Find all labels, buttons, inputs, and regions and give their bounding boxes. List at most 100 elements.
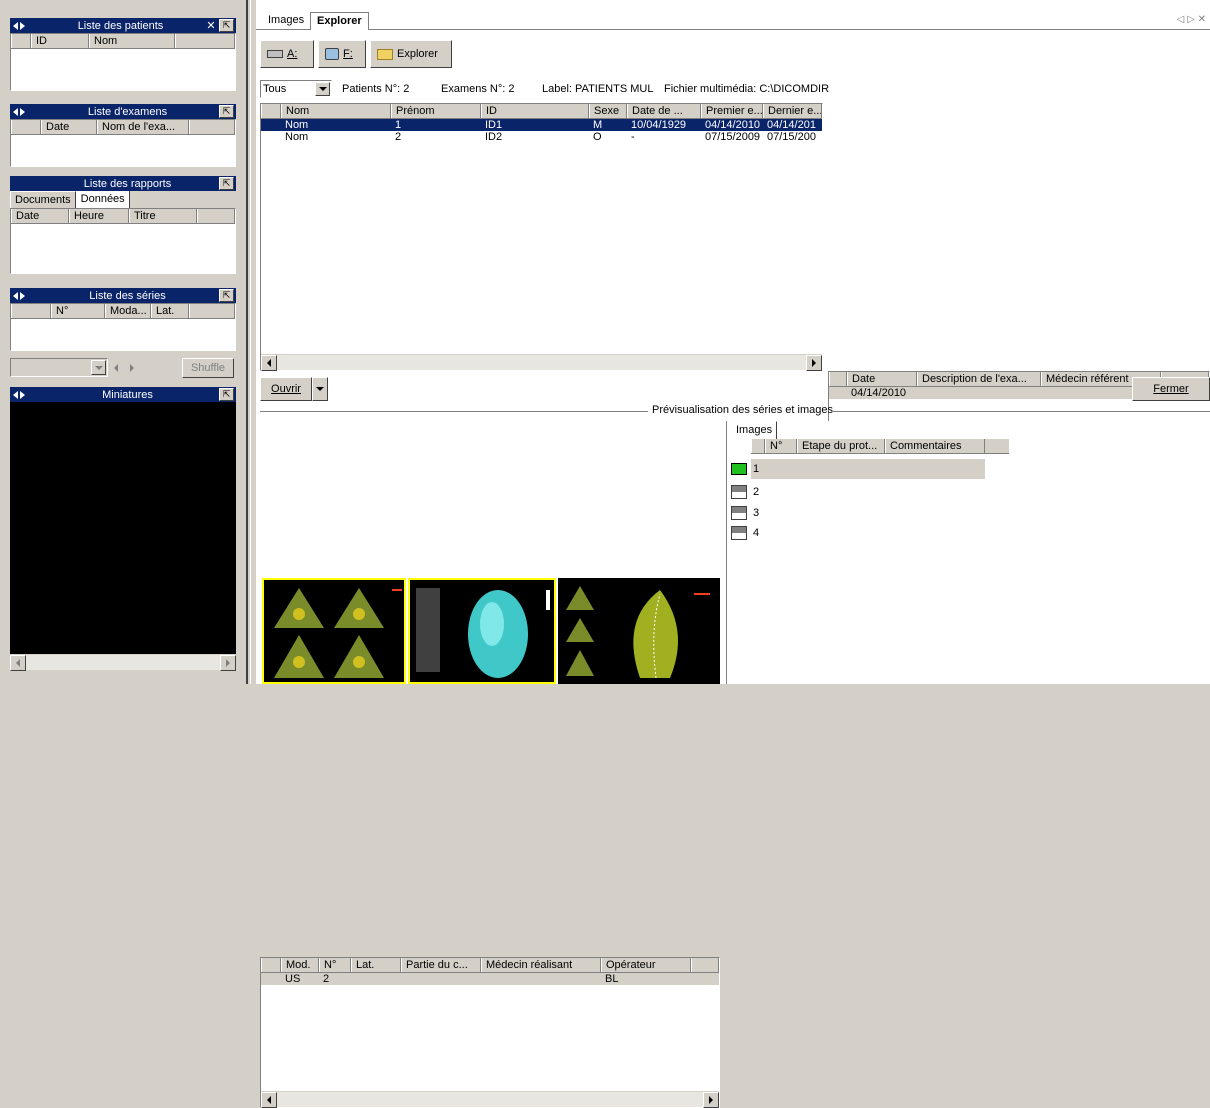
column-header-body-part[interactable]: Partie du c... [401,958,481,972]
drive-f-button[interactable]: F: [318,40,366,68]
column-header-number[interactable]: N° [51,304,105,318]
panel-nav-arrows[interactable] [10,390,36,399]
patient-table-scrollbar[interactable] [261,354,822,371]
prev-arrow-icon[interactable] [114,364,118,372]
series-list[interactable]: N° Moda... Lat. [10,303,236,351]
column-header-id[interactable]: ID [31,34,89,48]
thumbnail-4chamber[interactable] [262,578,406,684]
image-row[interactable]: 4 [731,523,759,543]
pin-icon[interactable]: ⇱ [219,388,234,401]
dock-splitter[interactable] [240,0,256,684]
arrow-left-icon[interactable] [13,390,18,399]
arrow-right-icon[interactable] [20,390,25,399]
close-button[interactable]: Fermer [1132,377,1210,401]
scroll-right-icon[interactable] [806,355,822,371]
arrow-right-icon[interactable] [20,21,25,30]
series-table-scrollbar[interactable] [261,1091,719,1108]
column-header-birth-date[interactable]: Date de ... [627,104,701,118]
column-header-performing-doctor[interactable]: Médecin réalisant [481,958,601,972]
panel-nav-arrows[interactable] [10,107,36,116]
column-header-blank[interactable] [11,304,51,318]
column-header-exam-name[interactable]: Nom de l'exa... [97,120,189,134]
column-header-number[interactable]: N° [319,958,351,972]
arrow-left-icon[interactable] [13,107,18,116]
arrow-left-icon[interactable] [13,21,18,30]
column-header-blank[interactable] [751,439,765,453]
column-header-blank[interactable] [11,34,31,48]
column-header-date[interactable]: Date [41,120,97,134]
pin-icon[interactable]: ⇱ [219,19,234,32]
tab-images-list[interactable]: Images [731,421,778,439]
column-header-laterality[interactable]: Lat. [351,958,401,972]
arrow-right-icon[interactable] [20,291,25,300]
column-header-number[interactable]: N° [765,439,797,453]
column-header-name[interactable]: Nom [89,34,175,48]
scroll-right-icon[interactable] [703,1092,719,1108]
patient-table[interactable]: Nom Prénom ID Sexe Date de ... Premier e… [260,103,823,371]
next-arrow-icon[interactable] [130,364,134,372]
column-header-description[interactable]: Description de l'exa... [917,372,1041,386]
image-row[interactable]: 2 [731,482,759,502]
column-header-title[interactable]: Titre [129,209,197,223]
column-header-laterality[interactable]: Lat. [151,304,189,318]
column-header-blank[interactable] [261,958,281,972]
panel-nav-arrows[interactable] [10,21,36,30]
table-row[interactable]: 04/14/2010 [829,387,1161,399]
thumbnails-area[interactable] [10,402,236,654]
thumbnail-3d-volume[interactable] [408,578,556,684]
arrow-right-icon[interactable] [20,107,25,116]
column-header-last-exam[interactable]: Dernier e... [763,104,822,118]
column-header-last-name[interactable]: Nom [281,104,391,118]
reports-list[interactable]: Date Heure Titre [10,208,236,274]
column-header-blank[interactable] [829,372,847,386]
tab-explorer[interactable]: Explorer [310,12,369,30]
dropdown-arrow-icon[interactable] [91,360,106,375]
table-row[interactable]: Nom 2 ID2 O - 07/15/2009 07/15/200 [261,131,822,143]
column-header-first-exam[interactable]: Premier e... [701,104,763,118]
tab-documents[interactable]: Documents [10,191,76,208]
tab-images[interactable]: Images [262,12,310,30]
patients-list[interactable]: ID Nom [10,33,236,91]
column-header-modality[interactable]: Mod. [281,958,319,972]
scroll-right-icon[interactable] [220,655,236,671]
tab-nav-icons[interactable]: ◁ ▷ ✕ [1177,14,1206,25]
column-header-modality[interactable]: Moda... [105,304,151,318]
filter-select[interactable]: Tous [260,80,332,98]
column-header-date[interactable]: Date [847,372,917,386]
column-header-operator[interactable]: Opérateur [601,958,691,972]
thumbnail-strain[interactable] [558,578,720,684]
scroll-left-icon[interactable] [10,655,26,671]
column-header-date[interactable]: Date [11,209,69,223]
scroll-left-icon[interactable] [261,1092,277,1108]
pin-icon[interactable]: ⇱ [219,289,234,302]
column-header-blank[interactable] [11,120,41,134]
close-icon[interactable]: ✕ [205,19,217,32]
column-header-time[interactable]: Heure [69,209,129,223]
pin-icon[interactable]: ⇱ [219,105,234,118]
dropdown-arrow-icon[interactable] [315,82,330,96]
thumbnails-scrollbar[interactable] [10,654,236,671]
column-header-first-name[interactable]: Prénom [391,104,481,118]
open-menu-button[interactable] [312,377,328,401]
open-button[interactable]: Ouvrir [260,377,312,401]
image-row[interactable]: 1 [731,459,993,479]
arrow-left-icon[interactable] [13,291,18,300]
image-row[interactable]: 3 [731,503,759,523]
table-row[interactable]: US 2 BL [261,973,719,985]
table-row[interactable]: Nom 1 ID1 M 10/04/1929 04/14/2010 04/14/… [261,119,822,131]
column-header-protocol-step[interactable]: Etape du prot... [797,439,885,453]
column-header-id[interactable]: ID [481,104,589,118]
series-table[interactable]: Mod. N° Lat. Partie du c... Médecin réal… [260,957,720,1108]
tab-data[interactable]: Données [75,190,130,208]
column-header-sex[interactable]: Sexe [589,104,627,118]
shuffle-button[interactable]: Shuffle [182,358,234,378]
column-header-blank[interactable] [261,104,281,118]
pin-icon[interactable]: ⇱ [219,177,234,190]
exams-list[interactable]: Date Nom de l'exa... [10,119,236,167]
panel-nav-arrows[interactable] [10,291,36,300]
column-header-comments[interactable]: Commentaires [885,439,985,453]
drive-a-button[interactable]: A: [260,40,314,68]
scroll-left-icon[interactable] [261,355,277,371]
series-select[interactable] [10,358,108,377]
explorer-button[interactable]: Explorer [370,40,452,68]
